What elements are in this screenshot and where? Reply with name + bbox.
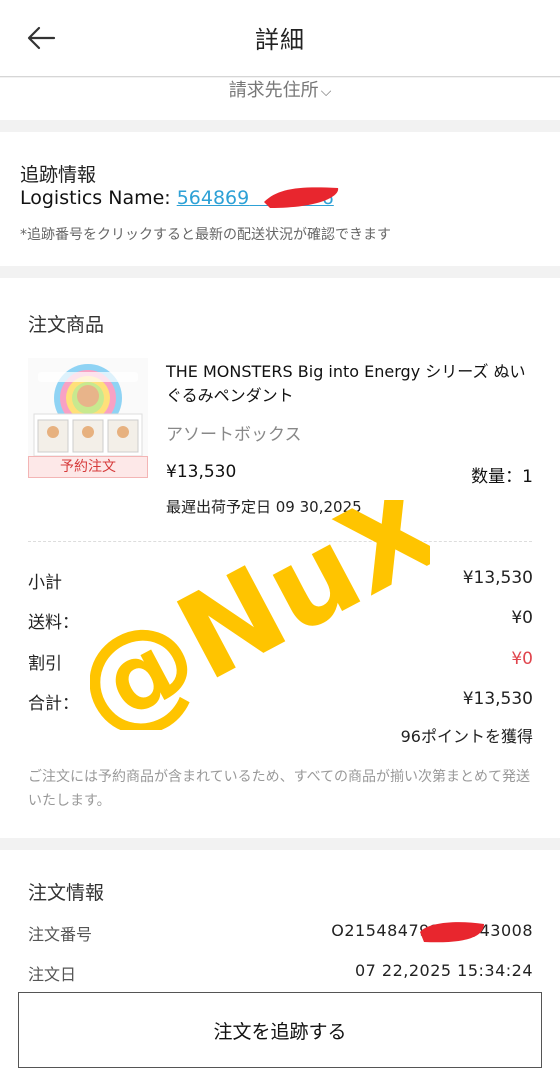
product-quantity: 数量：1	[471, 467, 533, 487]
order-info-title: 注文情報	[28, 882, 105, 904]
order-items-section: 注文商品 予約注文 THE MONSTERS Big into Energy シ…	[0, 278, 560, 838]
redaction-mark	[420, 922, 484, 943]
subtotal-label: 小計	[28, 573, 62, 593]
shipping-fee-label: 送料：	[28, 613, 79, 633]
preorder-badge: 予約注文	[28, 456, 148, 478]
divider	[28, 541, 532, 542]
shipping-fee-value: ¥0	[511, 608, 533, 628]
preorder-note: ご注文には予約商品が含まれているため、すべての商品が揃い次第まとめて発送いたしま…	[28, 769, 531, 809]
page-title: 詳細	[255, 26, 305, 54]
total-label: 合計：	[28, 694, 79, 714]
track-order-button[interactable]: 注文を追跡する	[18, 992, 542, 1068]
billing-address-section: 請求先住所 ⌵	[0, 78, 560, 120]
shipping-date: 最遅出荷予定日 09 30,2025	[166, 498, 362, 516]
product-price: ¥13,530	[166, 462, 237, 482]
total-value: ¥13,530	[462, 689, 533, 709]
product-name[interactable]: THE MONSTERS Big into Energy シリーズ ぬいぐるみペ…	[166, 360, 536, 408]
discount-label: 割引	[28, 654, 62, 674]
tracking-number: 564869	[176, 187, 250, 209]
subtotal-value: ¥13,530	[462, 568, 533, 588]
order-items-title: 注文商品	[28, 314, 105, 336]
product-thumbnail[interactable]: 予約注文	[28, 358, 148, 478]
order-number-label: 注文番号	[28, 925, 93, 944]
chevron-down-icon: ⌵	[320, 84, 332, 100]
header: 詳細	[0, 0, 560, 77]
logistics-label: Logistics Name:	[20, 187, 171, 209]
redaction-mark	[264, 187, 339, 208]
order-date-value: 07 22,2025 15:34:24	[354, 961, 533, 980]
tracking-title: 追跡情報	[20, 164, 97, 186]
product-variant: アソートボックス	[166, 425, 302, 445]
billing-address-label: 請求先住所	[228, 80, 319, 101]
order-date-label: 注文日	[28, 965, 77, 984]
points-earned: 96ポイントを獲得	[400, 727, 533, 746]
tracking-note: *追跡番号をクリックすると最新の配送状況が確認できます	[20, 227, 391, 243]
billing-address-toggle[interactable]: 請求先住所 ⌵	[0, 76, 560, 102]
discount-value: ¥0	[511, 649, 533, 669]
